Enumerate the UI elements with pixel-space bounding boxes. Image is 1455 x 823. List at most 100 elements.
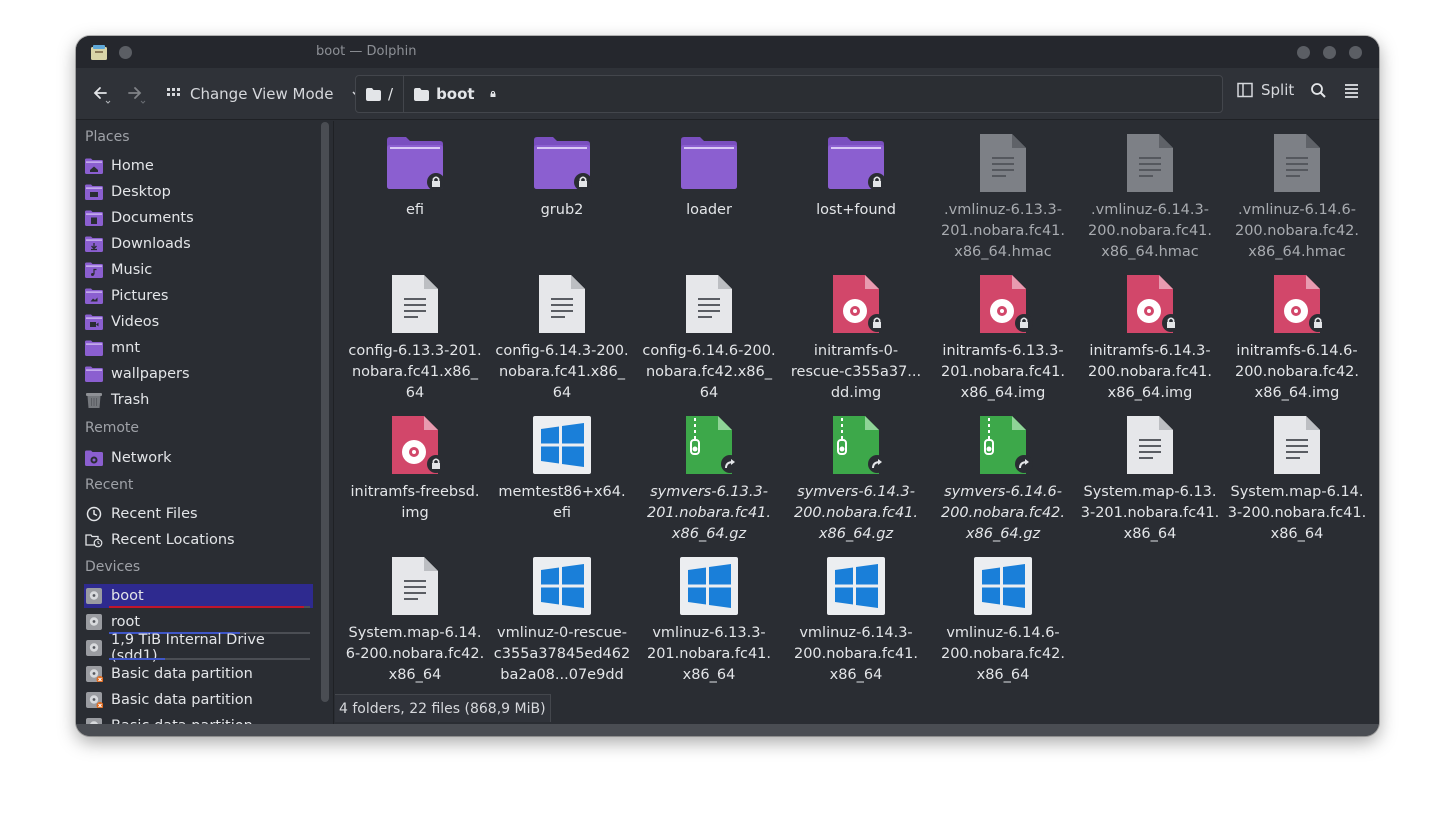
- file-item[interactable]: symvers-6.14.6- 200.nobara.fc42. x86_64.gz: [933, 416, 1073, 545]
- device-item-root[interactable]: root: [84, 610, 313, 634]
- file-item[interactable]: efi: [345, 134, 485, 221]
- file-label-line: img: [401, 505, 429, 521]
- hamburger-menu-icon: [1345, 84, 1358, 98]
- places-item-documents[interactable]: Documents: [84, 206, 313, 230]
- places-item-videos[interactable]: Videos: [84, 310, 313, 334]
- file-label-line: grub2: [540, 202, 584, 218]
- file-name: memtest86+x64. efi: [492, 482, 632, 524]
- file-item[interactable]: vmlinuz-6.14.3- 200.nobara.fc41. x86_64: [786, 557, 926, 686]
- file-view: efi grub2 loader lost+found .vmlinuz-6.1…: [335, 121, 1379, 724]
- change-view-mode-button[interactable]: Change View Mode: [166, 81, 365, 107]
- disk-image-icon: [1121, 275, 1180, 333]
- places-item-label: Desktop: [111, 184, 171, 200]
- places-item-music[interactable]: Music: [84, 258, 313, 282]
- file-item[interactable]: config-6.14.3-200. nobara.fc41.x86_ 64: [492, 275, 632, 404]
- file-item[interactable]: vmlinuz-6.14.6- 200.nobara.fc42. x86_64: [933, 557, 1073, 686]
- file-item[interactable]: initramfs-6.13.3- 201.nobara.fc41. x86_64.…: [933, 275, 1073, 404]
- places-item-pictures[interactable]: Pictures: [84, 284, 313, 308]
- file-label-line: x86_64: [829, 667, 883, 683]
- recent-item-recent-files[interactable]: Recent Files: [84, 502, 313, 526]
- places-scrollbar[interactable]: [321, 122, 329, 702]
- file-label-line: x86_64: [682, 667, 736, 683]
- file-label-line: 201.nobara.fc41.: [646, 646, 772, 662]
- file-item[interactable]: vmlinuz-6.13.3- 201.nobara.fc41. x86_64: [639, 557, 779, 686]
- text-file-icon: [680, 275, 738, 333]
- trash-icon: [86, 393, 102, 408]
- file-label-line: vmlinuz-6.14.3-: [799, 625, 913, 641]
- network-folder-icon: [85, 450, 103, 466]
- file-name: config-6.14.3-200. nobara.fc41.x86_ 64: [492, 341, 632, 404]
- device-usage-bar: [109, 606, 310, 608]
- lock-icon: [574, 173, 592, 191]
- folder-icon: [680, 134, 738, 192]
- folder-icon: [827, 134, 886, 192]
- file-label-line: 200.nobara.fc42.: [940, 505, 1066, 521]
- file-label-line: initramfs-6.14.3-: [1089, 343, 1211, 359]
- device-item-basic-data-partition[interactable]: Basic data partition: [84, 714, 313, 724]
- places-item-desktop[interactable]: Desktop: [84, 180, 313, 204]
- file-item[interactable]: memtest86+x64. efi: [492, 416, 632, 524]
- drive-icon: [86, 640, 102, 656]
- places-item-label: Home: [111, 158, 154, 174]
- hamburger-menu-button[interactable]: [1343, 82, 1360, 99]
- file-item[interactable]: lost+found: [786, 134, 926, 221]
- file-item[interactable]: initramfs-freebsd. img: [345, 416, 485, 524]
- file-item[interactable]: config-6.13.3-201. nobara.fc41.x86_ 64: [345, 275, 485, 404]
- device-item-label: Basic data partition: [111, 692, 253, 708]
- device-item-basic-data-partition[interactable]: Basic data partition: [84, 688, 313, 712]
- device-item-1-9-tib-internal-drive-sdd1[interactable]: 1,9 TiB Internal Drive (sdd1): [84, 632, 313, 664]
- maximize-button[interactable]: [1323, 46, 1336, 59]
- file-label-line: x86_64: [976, 667, 1030, 683]
- symlink-icon: [1015, 455, 1033, 473]
- keep-above-button[interactable]: [119, 46, 132, 59]
- close-button[interactable]: [1349, 46, 1362, 59]
- file-item[interactable]: initramfs-6.14.6- 200.nobara.fc42. x86_64.…: [1227, 275, 1367, 404]
- file-name: grub2: [492, 200, 632, 221]
- places-item-trash[interactable]: Trash: [84, 388, 313, 412]
- file-item[interactable]: System.map-6.13. 3-201.nobara.fc41. x86_64: [1080, 416, 1220, 545]
- hidden-text-file-icon: [1121, 134, 1179, 192]
- forward-button[interactable]: [126, 82, 148, 104]
- file-label-line: dd.img: [830, 385, 882, 401]
- places-item-mnt[interactable]: mnt: [84, 336, 313, 360]
- file-name: efi: [345, 200, 485, 221]
- breadcrumb-root[interactable]: /: [356, 76, 403, 112]
- file-item[interactable]: grub2: [492, 134, 632, 221]
- file-item[interactable]: initramfs-6.14.3- 200.nobara.fc41. x86_64.…: [1080, 275, 1220, 404]
- device-item-label: boot: [111, 588, 144, 604]
- places-item-label: Pictures: [111, 288, 169, 304]
- file-item[interactable]: symvers-6.14.3- 200.nobara.fc41. x86_64.gz: [786, 416, 926, 545]
- file-item[interactable]: .vmlinuz-6.14.3- 200.nobara.fc41. x86_64.h…: [1080, 134, 1220, 263]
- file-label-line: vmlinuz-6.14.6-: [946, 625, 1060, 641]
- places-item-wallpapers[interactable]: wallpapers: [84, 362, 313, 386]
- disk-image-icon: [1268, 275, 1327, 333]
- device-item-boot[interactable]: boot: [84, 584, 313, 608]
- file-label-line: rescue-c355a37...: [790, 364, 922, 380]
- window-title: boot — Dolphin: [316, 44, 417, 59]
- file-item[interactable]: .vmlinuz-6.14.6- 200.nobara.fc42. x86_64.h…: [1227, 134, 1367, 263]
- file-item[interactable]: System.map-6.14. 6-200.nobara.fc42. x86_64: [345, 557, 485, 686]
- search-button[interactable]: [1310, 82, 1327, 99]
- device-item-basic-data-partition[interactable]: Basic data partition: [84, 662, 313, 686]
- recent-item-recent-locations[interactable]: Recent Locations: [84, 528, 313, 552]
- back-button[interactable]: [92, 82, 114, 104]
- file-item[interactable]: loader: [639, 134, 779, 221]
- file-name: vmlinuz-0-rescue-c355a37845ed462 ba2a08..…: [492, 623, 632, 686]
- file-item[interactable]: System.map-6.14. 3-200.nobara.fc41. x86_64: [1227, 416, 1367, 545]
- remote-item-network[interactable]: Network: [84, 446, 313, 470]
- file-item[interactable]: initramfs-0- rescue-c355a37... dd.img: [786, 275, 926, 404]
- file-name: initramfs-6.14.6- 200.nobara.fc42. x86_64.…: [1227, 341, 1367, 404]
- file-name: initramfs-freebsd. img: [345, 482, 485, 524]
- file-item[interactable]: vmlinuz-0-rescue-c355a37845ed462 ba2a08..…: [492, 557, 632, 686]
- recent-item-label: Recent Files: [111, 506, 198, 522]
- breadcrumb-current[interactable]: boot: [404, 76, 508, 112]
- file-label-line: nobara.fc41.x86_: [498, 364, 626, 380]
- split-button[interactable]: Split: [1237, 81, 1294, 99]
- split-label: Split: [1261, 81, 1295, 99]
- file-item[interactable]: symvers-6.13.3- 201.nobara.fc41. x86_64.gz: [639, 416, 779, 545]
- places-item-home[interactable]: Home: [84, 154, 313, 178]
- file-item[interactable]: .vmlinuz-6.13.3- 201.nobara.fc41. x86_64.h…: [933, 134, 1073, 263]
- file-item[interactable]: config-6.14.6-200. nobara.fc42.x86_ 64: [639, 275, 779, 404]
- places-item-downloads[interactable]: Downloads: [84, 232, 313, 256]
- minimize-button[interactable]: [1297, 46, 1310, 59]
